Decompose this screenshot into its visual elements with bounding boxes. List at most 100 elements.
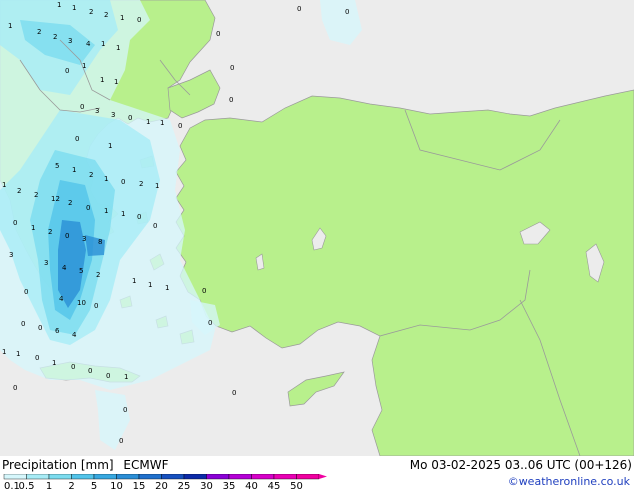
precip-value-label: 0 [137,213,141,221]
precip-value-label: 8 [98,238,102,246]
valid-time: Mo 03-02-2025 03..06 UTC (00+126) [409,458,632,472]
precip-value-label: 0 [229,96,233,104]
precip-value-label: 3 [82,235,86,243]
precip-value-label: 0 [71,363,75,371]
model-name: ECMWF [123,458,169,472]
precip-value-label: 0 [13,384,17,392]
precip-value-label: 0 [88,367,92,375]
precip-value-label: 5 [55,162,59,170]
scale-swatch [251,474,275,480]
precip-value-label: 3 [44,259,48,267]
scale-tick-label: 20 [155,481,168,490]
precip-value-label: 1 [104,207,108,215]
precip-value-label: 0 [35,354,39,362]
precip-value-label: 3 [111,111,115,119]
precip-value-label: 0 [208,319,212,327]
precip-value-label: 2 [89,8,93,16]
scale-tick-label: 45 [268,481,281,490]
precip-value-label: 2 [53,33,57,41]
precip-value-label: 0 [38,324,42,332]
scale-swatch [273,474,297,480]
scale-swatch [161,474,185,480]
precip-value-label: 10 [77,299,86,307]
precip-value-label: 1 [2,348,6,356]
scale-tick-label: 50 [290,481,303,490]
scale-tick-label: 25 [178,481,191,490]
scale-tick-label: 30 [200,481,213,490]
precip-value-label: 0 [121,178,125,186]
precip-value-label: 2 [104,11,108,19]
precip-value-label: 1 [108,142,112,150]
precip-value-label: 0 [178,122,182,130]
precip-value-label: 1 [16,350,20,358]
precip-value-label: 1 [121,210,125,218]
precip-value-label: 0 [128,114,132,122]
scale-swatch [71,474,95,480]
precip-value-label: 0 [345,8,349,16]
precip-value-label: 0 [119,437,123,445]
precip-value-label: 4 [59,295,64,303]
precip-value-label: 0 [153,222,157,230]
precipitation-map: 1 1 2 2 1 00 0122 3 4 1 1000011 10 3 3 0 1 1 0015 12 1 0 2 112… [0,0,634,456]
precip-value-label: 4 [62,264,67,272]
scale-tick-label: 40 [245,481,258,490]
scale-swatch [3,474,27,480]
precip-value-label: 2 [96,271,100,279]
precip-value-label: 2 [37,28,41,36]
scale-swatch [116,474,140,480]
precip-value-label: 0 [230,64,234,72]
map-title: Precipitation [mm] ECMWF [2,458,168,472]
precip-value-label: 3 [9,251,13,259]
precip-value-label: 0 [297,5,301,13]
precip-value-label: 1 [72,166,76,174]
precip-value-label: 0 [13,219,17,227]
precip-value-label: 2 [34,191,38,199]
precip-value-label: 0 [94,302,98,310]
precip-value-label: 2 [68,199,72,207]
scale-swatch [183,474,207,480]
precip-value-label: 1 [148,281,152,289]
legend-bar: Precipitation [mm] ECMWF Mo 03-02-2025 0… [0,456,634,490]
precip-value-label: 1 [57,1,61,9]
scale-swatch [48,474,72,480]
precip-value-label: 1 [160,119,164,127]
precip-value-label: 0 [202,287,206,295]
precip-value-label: 1 [72,4,76,12]
scale-tick-label: 0.5 [19,481,35,490]
precip-value-label: 2 [89,171,93,179]
precip-value-label: 2 [17,187,21,195]
precip-value-label: 1 [104,175,108,183]
scale-tick-label: 15 [133,481,146,490]
precip-value-label: 0 [106,372,110,380]
precip-value-label: 1 [31,224,35,232]
scale-arrow [319,474,327,479]
precip-value-label: 6 [55,327,60,335]
precip-value-label: 0 [21,320,25,328]
scale-tick-label: 2 [68,481,74,490]
precip-value-label: 12 [51,195,60,203]
precip-value-label: 1 [155,182,159,190]
credit-link[interactable]: ©weatheronline.co.uk [508,475,630,489]
scale-swatch [296,474,320,480]
scale-tick-label: 5 [91,481,97,490]
precip-value-label: 0 [216,30,220,38]
precip-value-label: 0 [232,389,236,397]
scale-swatch [228,474,252,480]
precip-value-label: 1 [52,359,56,367]
scale-tick-label: 0.1 [4,481,20,490]
precip-value-label: 1 [2,181,6,189]
precip-value-label: 1 [124,373,128,381]
precip-value-label: 0 [80,103,84,111]
precip-value-label: 0 [86,204,90,212]
precip-value-label: 1 [100,76,104,84]
map-title-text: Precipitation [mm] [2,458,114,472]
scale-tick-label: 35 [223,481,236,490]
precip-value-label: 1 [132,277,136,285]
precip-value-label: 4 [72,331,77,339]
precip-value-label: 2 [139,180,143,188]
scale-swatch [26,474,50,480]
precip-value-label: 2 [48,228,52,236]
color-scale: 0.10.5 1 2 5 10 15 20 25 30 35 40 45 50 [3,474,327,490]
scale-swatch [138,474,162,480]
precip-value-label: 3 [68,37,72,45]
